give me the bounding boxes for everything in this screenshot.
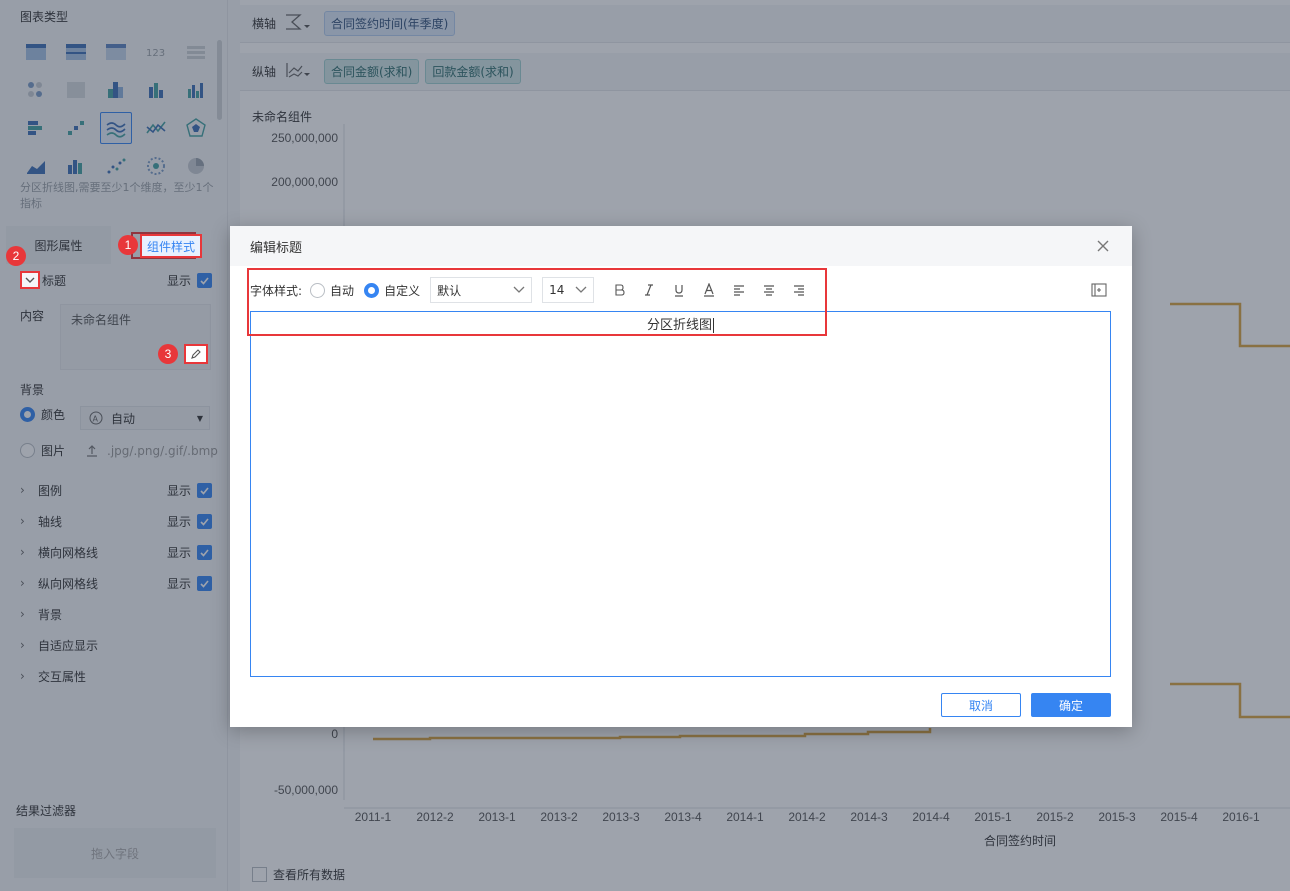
close-icon[interactable] [1094, 237, 1112, 255]
dialog-footer: 取消 确定 [941, 693, 1111, 717]
toolbar-highlight-box [247, 268, 827, 336]
dialog-title: 编辑标题 [250, 240, 303, 256]
edit-title-button-highlight[interactable] [184, 344, 208, 364]
step-badge-1: 1 [118, 235, 138, 255]
pencil-icon [191, 349, 201, 359]
insert-field-icon [1091, 283, 1107, 297]
title-editor[interactable]: 分区折线图 [250, 311, 1111, 677]
confirm-button[interactable]: 确定 [1031, 693, 1111, 717]
dialog-header: 编辑标题 [230, 226, 1132, 266]
edit-title-dialog: 编辑标题 字体样式: 自动 自定义 默认 14 分区折线图 取消 确定 [230, 226, 1132, 727]
insert-parameter-button[interactable] [1086, 277, 1112, 303]
step-badge-2: 2 [6, 246, 26, 266]
tab-label: 组件样式 [146, 239, 195, 254]
title-collapse-highlight[interactable] [20, 271, 40, 289]
step-badge-3: 3 [158, 344, 178, 364]
cancel-button[interactable]: 取消 [941, 693, 1021, 717]
chevron-down-icon [25, 277, 35, 283]
component-style-tab-highlight[interactable]: 组件样式 [140, 234, 202, 258]
